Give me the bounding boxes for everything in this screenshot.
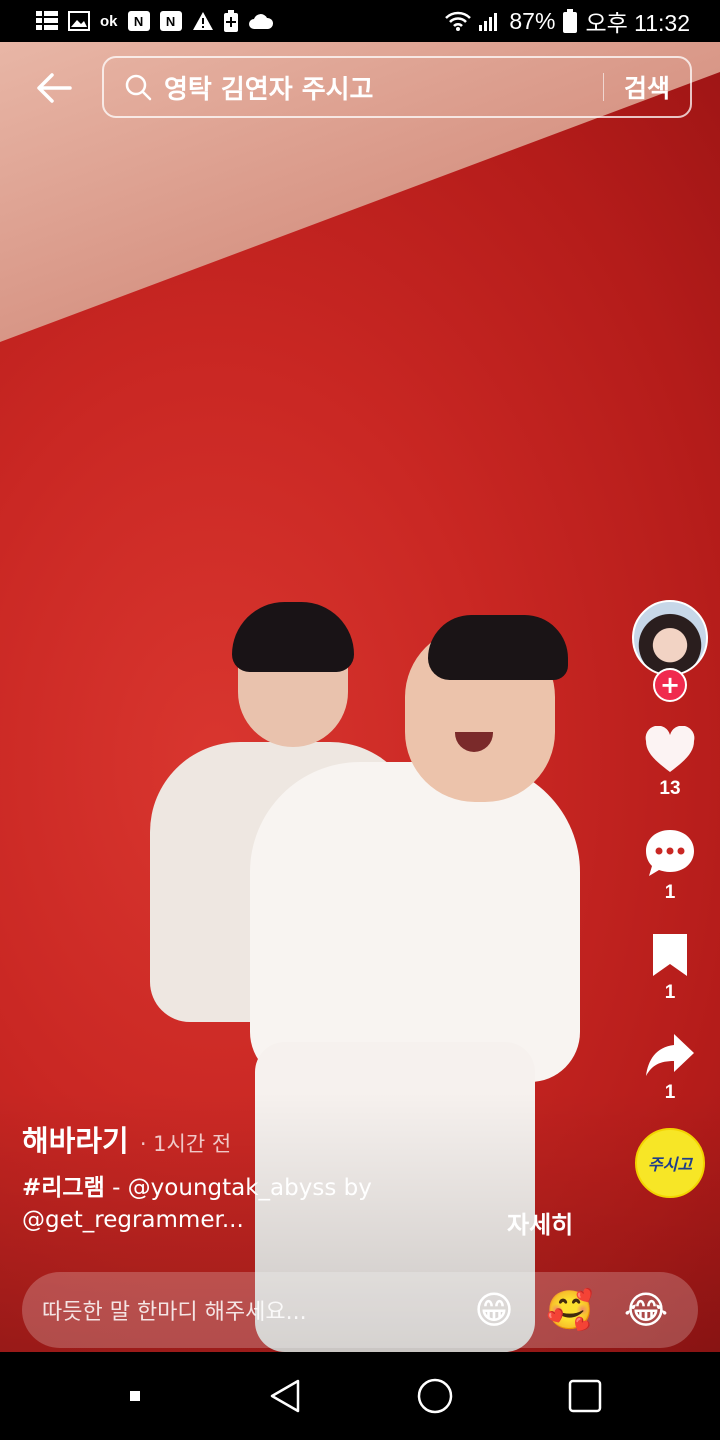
search-query[interactable]: 영탁 김연자 주시고 (164, 69, 603, 106)
naver-icon: N (127, 11, 150, 31)
search-divider (602, 73, 604, 101)
comment-input[interactable]: 따듯한 말 한마디 해주세요... (42, 1294, 470, 1326)
small-square-icon (130, 1391, 140, 1401)
comment-input-bar[interactable]: 따듯한 말 한마디 해주세요... 😁 🥰 😂 (22, 1272, 698, 1348)
avatar[interactable] (632, 600, 708, 676)
post-time: · 1시간 전 (139, 1132, 232, 1156)
status-bar: ok N N 87% 오후 11:32 (0, 0, 720, 42)
like-count: 13 (659, 778, 681, 799)
bookmark-icon (653, 934, 687, 976)
like-button[interactable]: 13 (644, 726, 696, 800)
caption-line-2: @get_regrammer... (22, 1207, 244, 1233)
creator-avatar-group[interactable]: + (632, 600, 708, 702)
caption-line-1: - @youngtak_abyss by (104, 1175, 372, 1201)
search-field[interactable]: 영탁 김연자 주시고 검색 (102, 56, 692, 118)
music-disc[interactable]: 주시고 (635, 1128, 705, 1198)
ok-icon: ok (100, 12, 118, 30)
video-person-back-hair (232, 602, 354, 672)
square-recents-icon (568, 1379, 602, 1413)
comment-button[interactable]: 1 (644, 828, 696, 904)
share-count: 1 (664, 1082, 676, 1103)
grid-icon (36, 11, 58, 30)
follow-button[interactable]: + (653, 668, 687, 702)
circle-home-icon (417, 1378, 453, 1414)
battery-saver-icon (223, 10, 238, 32)
signal-icon (479, 13, 498, 31)
back-button[interactable] (30, 64, 78, 112)
laugh-emoji-button[interactable]: 😂 (622, 1286, 670, 1334)
top-bar: 영탁 김연자 주시고 검색 (0, 56, 720, 120)
nav-recents-button[interactable] (555, 1366, 615, 1426)
nav-home-button[interactable] (405, 1366, 465, 1426)
nav-back-button[interactable] (255, 1366, 315, 1426)
hearts-emoji-button[interactable]: 🥰 (546, 1286, 594, 1334)
wifi-icon (445, 11, 472, 31)
cloud-icon (248, 14, 273, 29)
share-arrow-icon (646, 1034, 694, 1076)
clock: 오후 11:32 (585, 10, 690, 36)
action-rail: + 13 1 1 1 주시고 (620, 600, 720, 1198)
search-icon (125, 74, 152, 101)
warning-icon (192, 12, 213, 30)
video-person-front-hair (428, 615, 568, 680)
system-nav-bar (0, 1352, 720, 1440)
bookmark-count: 1 (664, 982, 676, 1003)
share-button[interactable]: 1 (644, 1032, 696, 1104)
comment-count: 1 (664, 882, 676, 903)
comment-bubble-icon (646, 830, 694, 876)
battery-icon (563, 9, 578, 33)
status-icons-right: 87% 오후 11:32 (445, 4, 690, 38)
bookmark-button[interactable]: 1 (650, 932, 690, 1004)
nav-menu-button[interactable] (105, 1366, 165, 1426)
video-person-front (250, 762, 580, 1082)
triangle-back-icon (270, 1379, 300, 1413)
author-name[interactable]: 해바라기 (22, 1124, 129, 1158)
grin-emoji-button[interactable]: 😁 (470, 1286, 518, 1334)
battery-percent: 87% (509, 7, 556, 34)
hashtag[interactable]: #리그램 (22, 1175, 105, 1201)
gallery-icon (68, 11, 90, 31)
search-button[interactable]: 검색 (624, 69, 670, 105)
more-button[interactable]: 자세히 (507, 1205, 573, 1240)
naver-icon-2: N (159, 11, 182, 31)
heart-icon (645, 726, 695, 772)
arrow-left-icon (37, 73, 72, 103)
status-icons-left: ok N N (36, 10, 274, 32)
